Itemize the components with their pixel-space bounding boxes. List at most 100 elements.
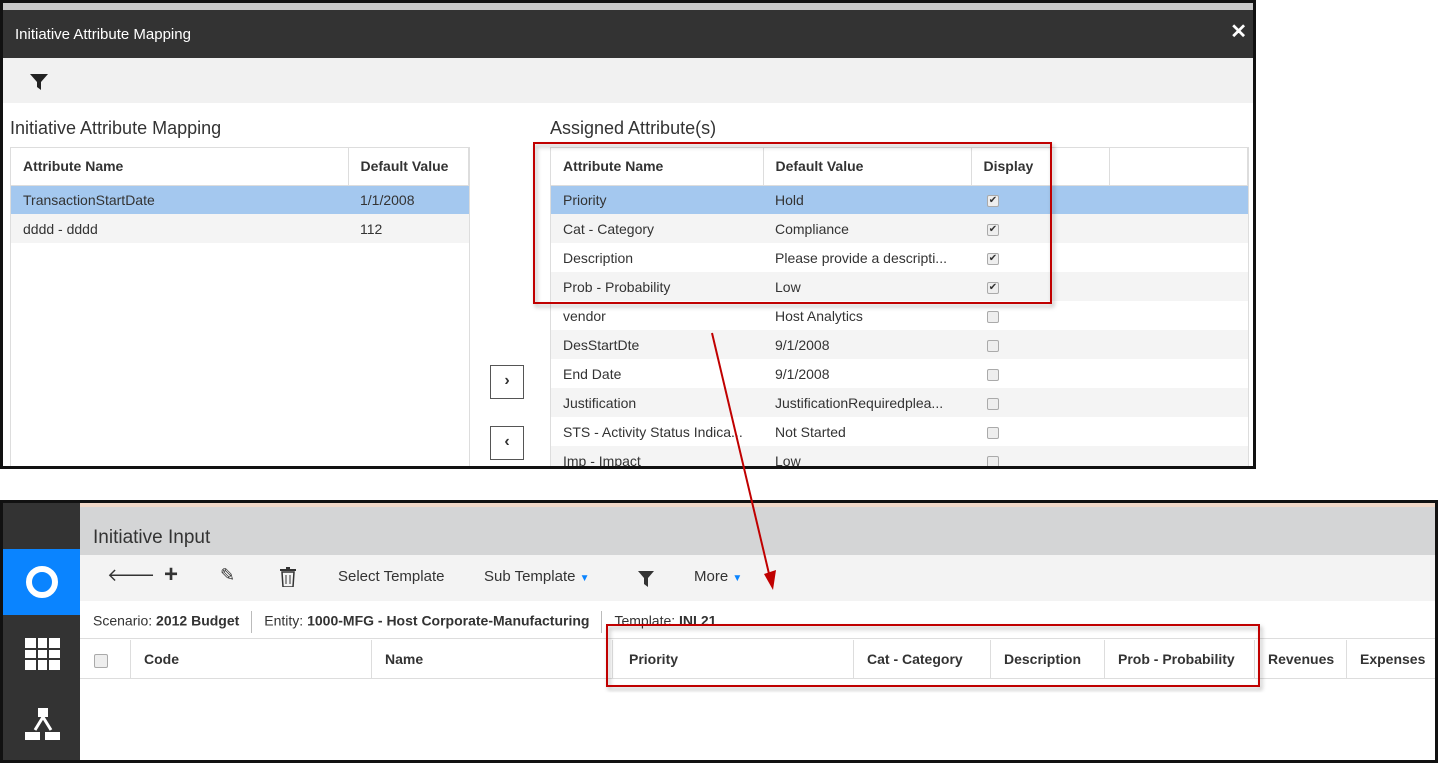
col-default-value[interactable]: Default Value <box>763 148 972 186</box>
cell-name: Prob - Probability <box>551 272 763 301</box>
display-checkbox[interactable]: ✔ <box>987 252 999 265</box>
display-checkbox[interactable] <box>987 368 999 381</box>
display-checkbox-cell: ✔ <box>971 243 1109 272</box>
table-row[interactable]: STS - Activity Status Indica... Not Start… <box>551 417 1248 446</box>
cell-name: Imp - Impact <box>551 446 763 466</box>
table-row[interactable]: DesStartDte 9/1/2008 <box>551 330 1248 359</box>
initiative-input-window: Initiative Input 🡐 + ✎ Select Template S… <box>0 500 1438 763</box>
col-revenues[interactable]: Revenues <box>1255 640 1347 679</box>
template-value: INI 21 <box>679 612 717 629</box>
sidebar-item-initiatives[interactable] <box>3 549 80 615</box>
display-checkbox[interactable]: ✔ <box>987 281 999 294</box>
table-row[interactable]: End Date 9/1/2008 <box>551 359 1248 388</box>
cell-name: Priority <box>551 185 763 214</box>
col-default-value[interactable]: Default Value <box>348 148 469 186</box>
cell-name: Justification <box>551 388 763 417</box>
display-checkbox-cell <box>971 301 1109 330</box>
page-title: Initiative Input <box>80 507 1435 555</box>
cell-empty <box>1109 359 1248 388</box>
col-name[interactable]: Name <box>372 640 613 679</box>
cell-value: 1/1/2008 <box>348 185 469 214</box>
cell-empty <box>1109 214 1248 243</box>
display-checkbox-cell <box>971 446 1109 466</box>
entity-value: 1000-MFG - Host Corporate-Manufacturing <box>307 612 590 629</box>
context-bar: Scenario: 2012 Budget Entity: 1000-MFG - … <box>80 601 1435 639</box>
col-category[interactable]: Cat - Category <box>854 640 991 679</box>
divider <box>251 611 253 633</box>
hierarchy-icon[interactable] <box>25 708 61 740</box>
target-icon <box>26 566 58 598</box>
filter-icon[interactable] <box>638 571 654 587</box>
cell-value: JustificationRequiredplea... <box>763 388 971 417</box>
col-probability[interactable]: Prob - Probability <box>1105 640 1255 679</box>
cell-empty <box>1109 272 1248 301</box>
display-checkbox[interactable] <box>987 310 999 323</box>
assigned-attributes-grid: Attribute Name Default Value Display Prior… <box>550 147 1249 466</box>
cell-name: DesStartDte <box>551 330 763 359</box>
table-row[interactable]: Cat - Category Compliance ✔ <box>551 214 1248 243</box>
table-row[interactable]: vendor Host Analytics <box>551 301 1248 330</box>
col-code[interactable]: Code <box>131 640 372 679</box>
cell-name: Description <box>563 249 634 266</box>
cell-value: Please provide a descripti... <box>775 249 947 266</box>
table-row[interactable]: TransactionStartDate 1/1/2008 <box>11 185 469 214</box>
cell-value: Low <box>763 446 971 466</box>
template-label: Template: <box>614 612 676 629</box>
col-display[interactable]: Display <box>971 148 1110 186</box>
col-empty <box>1109 148 1248 186</box>
sub-template-button[interactable]: Sub Template ▼ <box>484 568 590 585</box>
display-checkbox[interactable]: ✔ <box>987 223 999 236</box>
add-icon[interactable]: + <box>164 561 178 589</box>
table-row[interactable]: Imp - Impact Low <box>551 446 1248 466</box>
table-row[interactable]: Prob - Probability Low ✔ <box>551 272 1248 301</box>
col-priority[interactable]: Priority <box>613 640 854 679</box>
top-strip <box>3 3 1253 10</box>
display-checkbox[interactable] <box>987 426 999 439</box>
cell-name: vendor <box>563 307 606 324</box>
grid-header: Code Name Priority Cat - Category Descri… <box>80 640 1435 679</box>
col-expenses[interactable]: Expenses <box>1347 640 1435 679</box>
col-attribute-name[interactable]: Attribute Name <box>11 148 349 186</box>
cell-value: Compliance <box>763 214 971 243</box>
display-checkbox[interactable] <box>987 397 999 410</box>
cell-empty <box>1109 417 1248 446</box>
back-icon[interactable]: 🡐 <box>107 565 155 586</box>
more-button[interactable]: More ▼ <box>694 568 742 585</box>
display-checkbox-cell <box>971 388 1109 417</box>
table-row[interactable]: Description Please provide a descripti...… <box>551 243 1248 272</box>
dialog-toolbar <box>3 58 1253 103</box>
cell-name: End Date <box>563 365 622 382</box>
close-icon[interactable]: ✕ <box>1230 19 1247 44</box>
move-left-button[interactable]: ‹ <box>490 426 524 460</box>
more-label: More <box>694 568 729 585</box>
display-checkbox-cell <box>971 417 1109 446</box>
cell-name: Cat - Category <box>551 214 763 243</box>
display-checkbox[interactable]: ✔ <box>987 195 999 208</box>
table-row[interactable]: Justification JustificationRequiredplea..… <box>551 388 1248 417</box>
filter-icon[interactable] <box>30 74 48 90</box>
display-checkbox[interactable] <box>987 339 999 352</box>
display-checkbox-cell: ✔ <box>971 272 1109 301</box>
cell-empty <box>1109 330 1248 359</box>
edit-icon[interactable]: ✎ <box>220 565 235 586</box>
table-row[interactable]: dddd - dddd 112 <box>11 214 469 243</box>
move-right-button[interactable]: › <box>490 365 524 399</box>
col-description[interactable]: Description <box>991 640 1105 679</box>
divider <box>601 611 603 633</box>
select-template-button[interactable]: Select Template <box>338 568 444 585</box>
display-checkbox[interactable] <box>987 455 999 466</box>
cell-empty <box>1109 446 1248 466</box>
dialog-title: Initiative Attribute Mapping <box>3 10 1253 58</box>
cell-empty <box>1109 185 1248 214</box>
select-all-checkbox[interactable] <box>80 640 131 679</box>
entity-label: Entity: <box>264 612 304 629</box>
grid-icon[interactable] <box>25 638 60 670</box>
cell-name: dddd - dddd <box>11 214 348 243</box>
table-row[interactable]: Priority Hold ✔ <box>551 185 1248 214</box>
delete-icon[interactable] <box>280 567 296 587</box>
dropdown-icon: ▼ <box>732 573 743 584</box>
cell-value: 9/1/2008 <box>775 365 830 382</box>
dropdown-icon: ▼ <box>579 573 590 584</box>
col-attribute-name[interactable]: Attribute Name <box>551 148 764 186</box>
cell-empty <box>1109 243 1248 272</box>
